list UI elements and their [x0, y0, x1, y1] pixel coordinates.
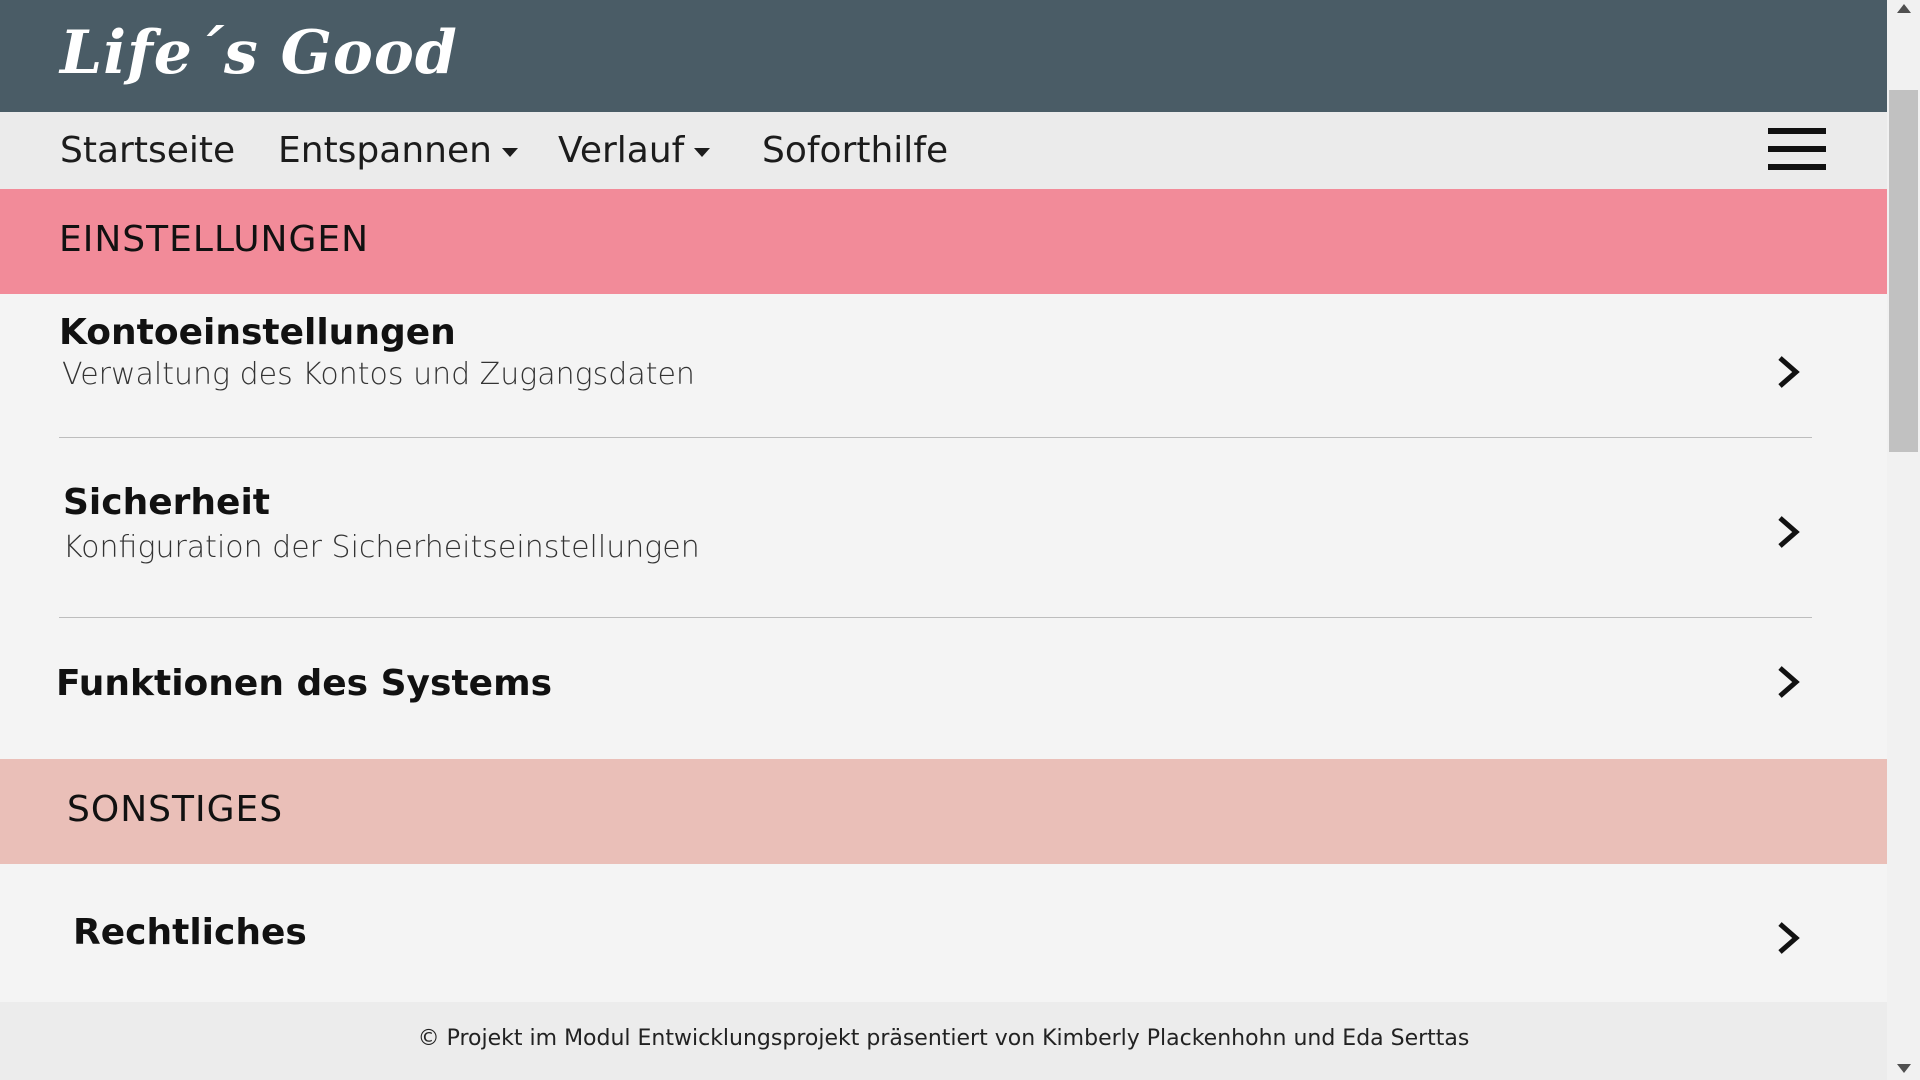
site-header: Life´s Good — [0, 0, 1887, 112]
scroll-down-arrow-icon[interactable] — [1897, 1064, 1911, 1073]
settings-item-subtitle: Konfiguration der Sicherheitseinstellung… — [63, 530, 700, 565]
nav-item-soforthilfe[interactable]: Soforthilfe — [762, 130, 948, 171]
settings-item-title: Rechtliches — [73, 912, 307, 953]
section-title: SONSTIGES — [67, 789, 284, 830]
hamburger-menu-icon[interactable] — [1768, 128, 1826, 170]
section-header-einstellungen: EINSTELLUNGEN — [0, 189, 1887, 294]
settings-item-rechtliches[interactable]: Rechtliches — [0, 864, 1887, 1002]
site-footer: © Projekt im Modul Entwicklungsprojekt p… — [0, 1002, 1887, 1080]
settings-item-title: Kontoeinstellungen — [59, 312, 456, 353]
settings-item-subtitle: Verwaltung des Kontos und Zugangsdaten — [62, 357, 695, 392]
main-nav: Startseite Entspannen Verlauf Soforthilf… — [0, 112, 1887, 190]
settings-item-title: Sicherheit — [63, 482, 270, 523]
nav-item-verlauf[interactable]: Verlauf — [558, 130, 711, 171]
settings-item-title: Funktionen des Systems — [56, 663, 553, 704]
settings-item-funktionen[interactable]: Funktionen des Systems — [0, 618, 1887, 759]
nav-item-entspannen[interactable]: Entspannen — [278, 130, 518, 171]
settings-item-sicherheit[interactable]: Sicherheit Konfiguration der Sicherheits… — [0, 438, 1887, 617]
settings-item-kontoeinstellungen[interactable]: Kontoeinstellungen Verwaltung des Kontos… — [0, 294, 1887, 437]
chevron-right-icon — [1778, 922, 1800, 954]
section-header-sonstiges: SONSTIGES — [0, 759, 1887, 864]
nav-item-label: Verlauf — [558, 130, 685, 171]
nav-item-startseite[interactable]: Startseite — [60, 130, 235, 171]
nav-item-label: Entspannen — [278, 130, 492, 171]
chevron-right-icon — [1778, 356, 1800, 388]
site-logo[interactable]: Life´s Good — [60, 18, 458, 88]
caret-down-icon — [501, 147, 518, 157]
caret-down-icon — [694, 147, 711, 157]
vertical-scrollbar[interactable] — [1887, 0, 1920, 1080]
chevron-right-icon — [1778, 516, 1800, 548]
chevron-right-icon — [1778, 666, 1800, 698]
scrollbar-thumb[interactable] — [1889, 90, 1918, 452]
section-title: EINSTELLUNGEN — [59, 219, 370, 260]
footer-copyright: © Projekt im Modul Entwicklungsprojekt p… — [417, 1026, 1470, 1051]
nav-item-label: Startseite — [60, 130, 236, 171]
scroll-up-arrow-icon[interactable] — [1897, 4, 1911, 13]
nav-item-label: Soforthilfe — [762, 130, 949, 171]
page: Life´s Good Startseite Entspannen Verlau… — [0, 0, 1887, 1080]
